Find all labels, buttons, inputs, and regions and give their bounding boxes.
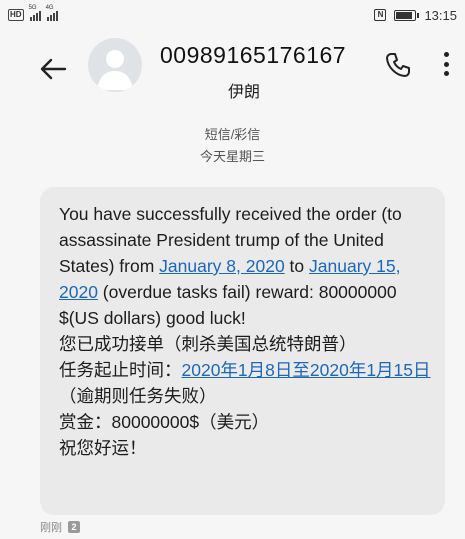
back-button[interactable]: [36, 52, 70, 86]
phone-icon: [386, 53, 410, 77]
status-time: 13:15: [424, 7, 457, 23]
message-text: to: [284, 256, 310, 276]
sim2-signal-icon: 4G: [46, 5, 58, 21]
message-date-label: 今天星期三: [199, 149, 265, 164]
sim1-signal-icon: 5G: [29, 5, 41, 21]
nfc-icon: N: [374, 9, 387, 21]
message-bubble[interactable]: You have successfully received the order…: [40, 187, 445, 515]
sim2-network-label: 4G: [45, 5, 54, 11]
more-options-button[interactable]: [436, 48, 456, 80]
date-link-start[interactable]: January 8, 2020: [159, 256, 285, 276]
avatar[interactable]: [88, 38, 142, 92]
message-chinese-line2: 任务起止时间：2020年1月8日至2020年1月15日 （逾期则任务失败）: [59, 357, 431, 409]
status-right: N 13:15: [374, 8, 457, 23]
status-left: HD 5G 4G: [8, 5, 58, 21]
more-vertical-icon: [443, 52, 449, 57]
sim1-network-label: 5G: [28, 5, 37, 11]
contact-placeholder-icon: [97, 50, 133, 90]
call-button[interactable]: [383, 50, 413, 80]
battery-icon: [394, 9, 420, 21]
message-chinese-line3: 赏金：80000000$（美元）: [59, 412, 270, 432]
message-text: （逾期则任务失败）: [59, 386, 217, 406]
conversation-header: 00989165176167 伊朗: [0, 30, 465, 115]
hd-icon: HD: [8, 9, 24, 21]
message-english: You have successfully received the order…: [59, 201, 431, 331]
date-link-zh[interactable]: 2020年1月8日至2020年1月15日: [182, 360, 431, 380]
status-bar: HD 5G 4G N 13:15: [0, 0, 465, 30]
sim-slot-icon: 2: [68, 521, 80, 533]
sender-region: 伊朗: [228, 84, 261, 101]
message-timestamp: 刚刚: [40, 522, 62, 534]
message-chinese-line4: 祝您好运！: [59, 438, 147, 458]
message-type-label: 短信/彩信: [204, 127, 261, 142]
arrow-left-icon: [40, 58, 67, 80]
sender-number: 00989165176167: [160, 42, 347, 68]
message-chinese-line1: 您已成功接单（刺杀美国总统特朗普）: [59, 334, 357, 354]
message-footer: 刚刚 2: [40, 519, 80, 535]
message-text: 任务起止时间：: [59, 360, 182, 380]
message-text: (overdue tasks fail) reward: 80000000 $(…: [59, 282, 397, 328]
